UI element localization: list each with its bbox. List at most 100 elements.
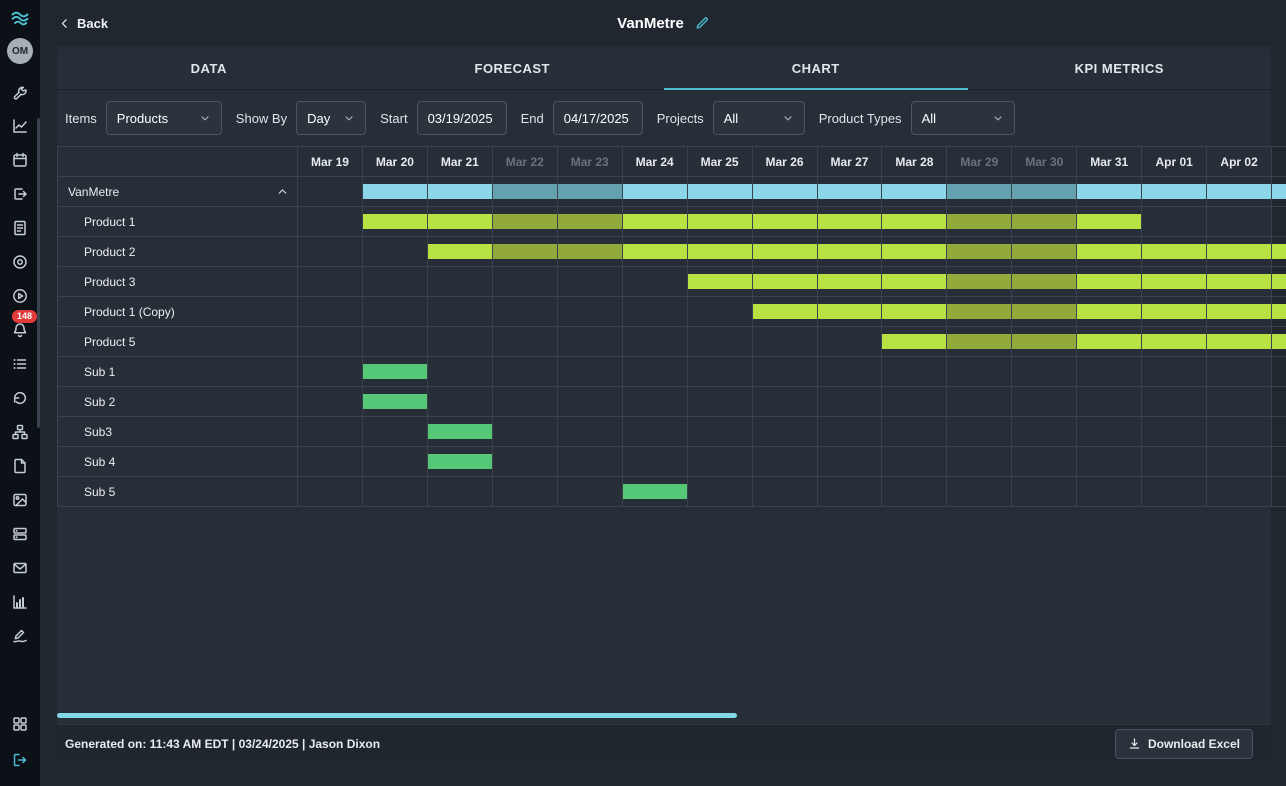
gantt-bar-segment[interactable] [1012,304,1076,319]
gantt-bar-segment[interactable] [1077,274,1141,289]
tab-kpi-metrics[interactable]: KPI METRICS [968,46,1272,89]
gantt-bar-segment[interactable] [688,214,752,229]
gantt-bar-segment[interactable] [428,184,492,199]
gantt-bar-segment[interactable] [1012,334,1076,349]
gantt-bar-segment[interactable] [1207,184,1271,199]
gantt-row-label[interactable]: Sub 4 [58,447,298,477]
wrench-icon[interactable] [0,78,40,106]
gantt-bar-segment[interactable] [1272,274,1286,289]
bell-icon[interactable]: 148 [0,316,40,344]
gantt-bar-segment[interactable] [753,274,817,289]
hierarchy-icon[interactable] [0,418,40,446]
gantt-bar-segment[interactable] [623,214,687,229]
server-icon[interactable] [0,520,40,548]
signature-icon[interactable] [0,622,40,650]
tab-forecast[interactable]: FORECAST [361,46,665,89]
gantt-bar-segment[interactable] [882,304,946,319]
gantt-bar-segment[interactable] [1077,304,1141,319]
tab-chart[interactable]: CHART [664,46,968,89]
gantt-bar-segment[interactable] [1207,244,1271,259]
gantt-bar-segment[interactable] [1272,304,1286,319]
gantt-row-label[interactable]: Sub3 [58,417,298,447]
back-button[interactable]: Back [58,16,108,31]
gantt-bar-segment[interactable] [428,214,492,229]
bar-chart-icon[interactable] [0,588,40,616]
gantt-bar-segment[interactable] [363,184,427,199]
sign-out-icon[interactable] [0,746,40,774]
export-arrow-icon[interactable] [0,180,40,208]
items-select[interactable]: Products [106,101,222,135]
horizontal-scrollbar[interactable] [57,713,737,718]
gantt-bar-segment[interactable] [1142,184,1206,199]
image-icon[interactable] [0,486,40,514]
gantt-row-label[interactable]: Product 2 [58,237,298,267]
show-by-select[interactable]: Day [296,101,366,135]
gantt-bar-segment[interactable] [1077,244,1141,259]
gantt-bar-segment[interactable] [1207,304,1271,319]
gantt-bar-segment[interactable] [947,334,1011,349]
gantt-bar-segment[interactable] [688,184,752,199]
gantt-bar-segment[interactable] [428,454,492,469]
gantt-bar-segment[interactable] [882,184,946,199]
gantt-row-label[interactable]: Sub 1 [58,357,298,387]
tab-data[interactable]: DATA [57,46,361,89]
gantt-bar-segment[interactable] [882,214,946,229]
gantt-bar-segment[interactable] [363,394,427,409]
gantt-row-label[interactable]: Product 3 [58,267,298,297]
gantt-bar-segment[interactable] [493,184,557,199]
gantt-bar-segment[interactable] [428,424,492,439]
gantt-row-label[interactable]: Sub 2 [58,387,298,417]
gantt-bar-segment[interactable] [623,484,687,499]
gantt-bar-segment[interactable] [1272,244,1286,259]
gantt-bar-segment[interactable] [493,214,557,229]
gantt-bar-segment[interactable] [947,274,1011,289]
gantt-bar-segment[interactable] [882,274,946,289]
target-icon[interactable] [0,248,40,276]
gantt-bar-segment[interactable] [688,274,752,289]
gantt-row-label[interactable]: Product 1 (Copy) [58,297,298,327]
gantt-bar-segment[interactable] [1207,274,1271,289]
document-icon[interactable] [0,452,40,480]
gantt-bar-segment[interactable] [1012,184,1076,199]
gantt-row-label[interactable]: Sub 5 [58,477,298,507]
gantt-bar-segment[interactable] [493,244,557,259]
gantt-bar-segment[interactable] [818,304,882,319]
gantt-bar-segment[interactable] [363,214,427,229]
gantt-bar-segment[interactable] [1012,274,1076,289]
play-circle-icon[interactable] [0,282,40,310]
gantt-row-label[interactable]: Product 5 [58,327,298,357]
gantt-bar-segment[interactable] [558,184,622,199]
gantt-bar-segment[interactable] [558,214,622,229]
gantt-bar-segment[interactable] [753,244,817,259]
gantt-bar-segment[interactable] [753,214,817,229]
list-icon[interactable] [0,350,40,378]
gantt-row-label[interactable]: Product 1 [58,207,298,237]
gantt-bar-segment[interactable] [947,244,1011,259]
gantt-bar-segment[interactable] [947,214,1011,229]
download-excel-button[interactable]: Download Excel [1115,729,1253,759]
gantt-bar-segment[interactable] [818,184,882,199]
line-chart-icon[interactable] [0,112,40,140]
end-date-input[interactable] [553,101,643,135]
gantt-bar-segment[interactable] [1142,334,1206,349]
gantt-bar-segment[interactable] [947,304,1011,319]
gantt-bar-segment[interactable] [1012,244,1076,259]
gantt-bar-segment[interactable] [753,304,817,319]
avatar[interactable]: OM [7,38,33,64]
gantt-bar-segment[interactable] [947,184,1011,199]
history-icon[interactable] [0,384,40,412]
gantt-bar-segment[interactable] [558,244,622,259]
product-types-select[interactable]: All [911,101,1015,135]
gantt-bar-segment[interactable] [1207,334,1271,349]
edit-title-icon[interactable] [694,16,709,31]
gantt-bar-segment[interactable] [1272,334,1286,349]
apps-grid-icon[interactable] [0,710,40,738]
gantt-bar-segment[interactable] [623,244,687,259]
projects-select[interactable]: All [713,101,805,135]
gantt-bar-segment[interactable] [818,244,882,259]
gantt-bar-segment[interactable] [753,184,817,199]
sidebar-scrollbar[interactable] [37,118,40,428]
gantt-bar-segment[interactable] [882,334,946,349]
gantt-bar-segment[interactable] [1142,274,1206,289]
gantt-bar-segment[interactable] [363,364,427,379]
